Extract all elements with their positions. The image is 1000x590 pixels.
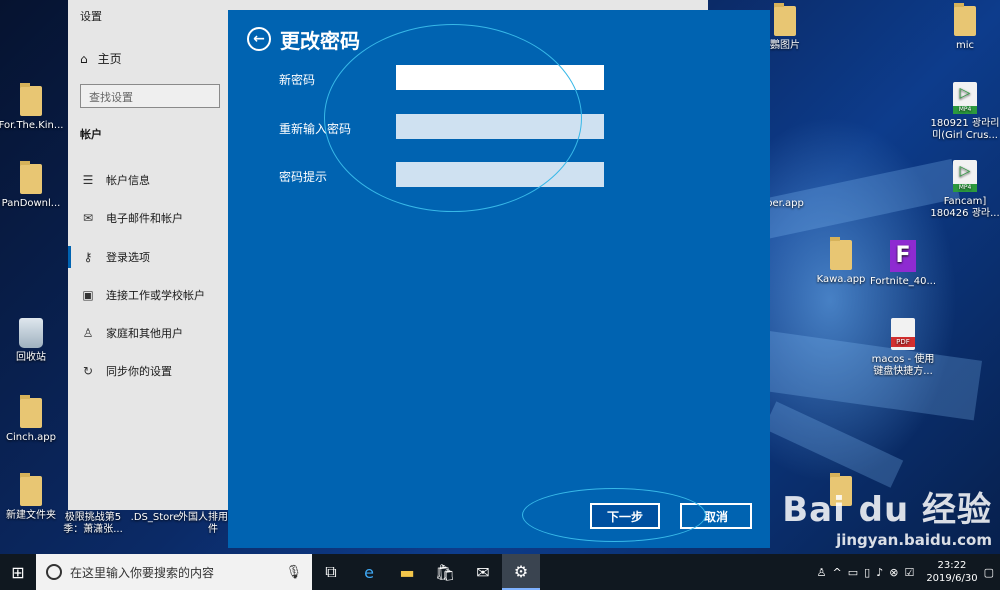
desktop-icon[interactable]: 新建文件夹 — [0, 473, 66, 522]
home-nav-item[interactable]: ⌂ 主页 — [80, 50, 122, 67]
video-file-icon: ▷ MP4 — [953, 82, 977, 114]
settings-taskbar-button[interactable]: ⚙ — [502, 554, 540, 590]
checkbox-icon[interactable]: ☑ — [904, 566, 914, 579]
desktop-icon[interactable]: ▷ MP4 180921 광라리 미(Girl Crus... — [930, 82, 1000, 142]
folder-icon — [954, 3, 976, 36]
folder-icon — [20, 161, 42, 194]
nav-item-sign-in-options[interactable]: ⚷ 登录选项 — [80, 249, 150, 265]
briefcase-icon: ▣ — [82, 288, 94, 302]
settings-search-input[interactable]: 查找设置 — [80, 84, 220, 108]
time: 23:22 — [937, 560, 967, 571]
task-view-icon: ⧉ — [325, 562, 337, 581]
folder-icon — [20, 395, 42, 428]
sync-icon: ↻ — [82, 364, 94, 378]
nav-item-work-school[interactable]: ▣ 连接工作或学校帐户 — [80, 287, 205, 303]
volume-icon[interactable]: ♪ — [876, 566, 883, 579]
desktop-icon[interactable]: PDF macos - 使用键盘快捷方... — [868, 318, 938, 378]
change-password-dialog: ← 更改密码 新密码 重新输入密码 密码提示 下一步 取消 — [228, 10, 770, 548]
fortnite-app-icon: F — [890, 240, 916, 272]
folder-icon — [20, 83, 42, 116]
home-icon: ⌂ — [80, 51, 88, 66]
store-icon: 🛍 — [434, 562, 456, 582]
recycle-bin-icon — [19, 318, 43, 348]
next-button[interactable]: 下一步 — [590, 503, 660, 529]
cortana-icon — [46, 564, 62, 580]
store-button[interactable]: 🛍 — [426, 554, 464, 590]
nav-item-label: 家庭和其他用户 — [106, 327, 183, 340]
taskbar: ⊞ 在这里输入你要搜索的内容 🎙 ⧉ e ▬ 🛍 ✉ ⚙ ♙ ^ ▭ ▯ ♪ ⊗… — [0, 554, 1000, 590]
chevron-up-icon[interactable]: ^ — [833, 566, 842, 579]
desktop-icon[interactable]: For.The.Kin... — [0, 83, 66, 132]
section-heading: 帐户 — [80, 128, 102, 141]
desktop-icon[interactable]: F Fortnite_40... — [868, 240, 938, 288]
date: 2019/6/30 — [926, 573, 978, 584]
nav-item-label: 电子邮件和帐户 — [106, 212, 183, 225]
nav-item-family[interactable]: ♙ 家庭和其他用户 — [80, 325, 183, 341]
nav-item-label: 帐户信息 — [106, 174, 150, 187]
desktop-icon[interactable]: Cinch.app — [0, 395, 66, 444]
battery-icon[interactable]: ▯ — [864, 566, 870, 579]
edge-button[interactable]: e — [350, 554, 388, 590]
arrow-left-icon: ← — [253, 31, 265, 47]
account-info-icon: ☰ — [82, 173, 94, 187]
family-icon: ♙ — [82, 326, 94, 340]
desktop-icon[interactable]: ▷ MP4 Fancam] 180426 광라... — [930, 160, 1000, 220]
back-button[interactable]: ← — [247, 27, 271, 51]
people-icon[interactable]: ♙ — [817, 566, 827, 579]
folder-icon: ▬ — [399, 562, 415, 582]
microphone-icon[interactable]: 🎙 — [285, 565, 302, 580]
clock[interactable]: 23:22 2019/6/30 — [926, 559, 977, 585]
recycle-bin[interactable]: 回收站 — [0, 318, 66, 364]
taskbar-search-input[interactable]: 在这里输入你要搜索的内容 🎙 — [36, 554, 312, 590]
folder-icon — [20, 473, 42, 506]
desktop-icon[interactable]: Kawa.app — [806, 237, 876, 286]
explorer-button[interactable]: ▬ — [388, 554, 426, 590]
watermark-url: jingyan.baidu.com — [836, 531, 992, 549]
window-title: 设置 — [80, 10, 102, 23]
desktop-icon[interactable]: mic — [930, 3, 1000, 52]
pdf-file-icon: PDF — [891, 318, 915, 350]
edge-icon: e — [364, 562, 374, 582]
password-hint-label: 密码提示 — [279, 170, 328, 184]
close-circle-icon[interactable]: ⊗ — [889, 566, 898, 579]
new-password-field[interactable] — [396, 65, 604, 90]
watermark-logo: Bai du 经验 — [782, 490, 992, 530]
cancel-button[interactable]: 取消 — [680, 503, 752, 529]
nav-item-label: 登录选项 — [106, 251, 150, 264]
start-button[interactable]: ⊞ — [0, 554, 36, 590]
windows-icon: ⊞ — [11, 562, 25, 582]
folder-icon — [830, 237, 852, 270]
video-file-icon: ▷ MP4 — [953, 160, 977, 192]
search-placeholder: 在这里输入你要搜索的内容 — [70, 565, 215, 580]
nav-item-email[interactable]: ✉ 电子邮件和帐户 — [80, 210, 183, 226]
desktop-icon[interactable]: PanDownl... — [0, 161, 66, 210]
nav-item-account-info[interactable]: ☰ 帐户信息 — [80, 172, 150, 188]
mail-icon: ✉ — [476, 562, 490, 582]
mail-icon: ✉ — [82, 211, 94, 225]
nav-item-sync[interactable]: ↻ 同步你的设置 — [80, 363, 172, 379]
desktop-icon[interactable]: 极限挑战第5季：萧潇张... — [58, 512, 128, 536]
notifications-icon[interactable]: ▢ — [984, 566, 994, 579]
new-password-label: 新密码 — [279, 73, 316, 87]
confirm-password-field[interactable] — [396, 114, 604, 139]
watermark: Bai du 经验 jingyan.baidu.com — [782, 482, 992, 549]
key-icon: ⚷ — [83, 250, 93, 264]
confirm-password-label: 重新输入密码 — [279, 122, 352, 136]
nav-item-label: 同步你的设置 — [106, 365, 172, 378]
system-tray: ♙ ^ ▭ ▯ ♪ ⊗ ☑ 23:22 2019/6/30 ▢ — [817, 559, 1000, 585]
home-label: 主页 — [97, 52, 122, 66]
dialog-title: 更改密码 — [280, 29, 360, 53]
nav-item-label: 连接工作或学校帐户 — [106, 289, 205, 302]
password-hint-field[interactable] — [396, 162, 604, 187]
selection-indicator — [68, 246, 71, 268]
network-icon[interactable]: ▭ — [848, 566, 858, 579]
folder-icon — [774, 3, 796, 36]
mail-button[interactable]: ✉ — [464, 554, 502, 590]
task-view-button[interactable]: ⧉ — [312, 554, 350, 590]
gear-icon: ⚙ — [513, 561, 529, 581]
